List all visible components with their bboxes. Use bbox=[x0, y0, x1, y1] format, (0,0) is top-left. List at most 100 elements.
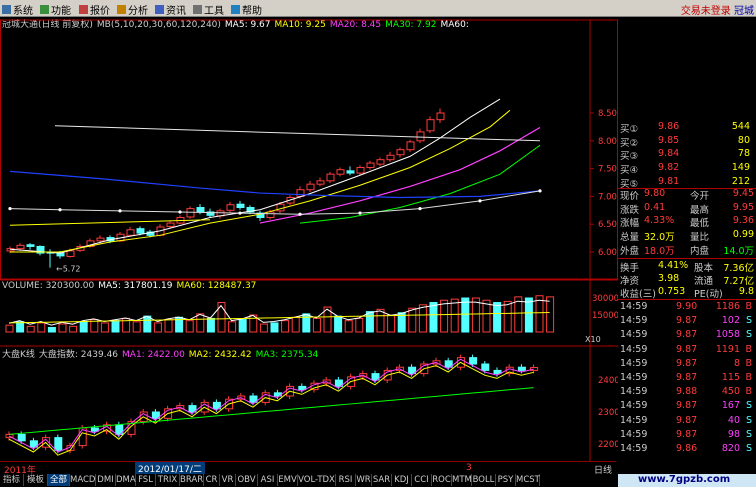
tick-row: 14:59 9.87 8 B bbox=[618, 358, 756, 370]
candle-body bbox=[266, 211, 275, 219]
tab-cci[interactable]: CCI bbox=[412, 474, 432, 486]
quote-cell: 7.36亿 bbox=[723, 263, 754, 274]
quote-cell: 流通 bbox=[694, 276, 714, 288]
tab-cr[interactable]: CR bbox=[204, 474, 220, 486]
tick-row: 14:59 9.87 1191 B bbox=[618, 344, 756, 356]
tab-sar[interactable]: SAR bbox=[372, 474, 392, 486]
quote-cell: 量比 bbox=[690, 232, 710, 244]
menu-analysis[interactable]: 分析 bbox=[117, 2, 148, 17]
volume-bar bbox=[228, 321, 237, 333]
ma60-point bbox=[238, 211, 242, 215]
tick-row: 14:59 9.87 115 B bbox=[618, 372, 756, 384]
tab-trix[interactable]: TRIX bbox=[156, 474, 180, 486]
menu-system[interactable]: 系统 bbox=[2, 2, 33, 17]
tab-brar[interactable]: BRAR bbox=[180, 474, 204, 486]
login-status[interactable]: 交易未登录 冠城 bbox=[681, 2, 754, 17]
tab-全部[interactable]: 全部 bbox=[48, 474, 70, 486]
quote-cell: 9.86 bbox=[658, 121, 680, 132]
quote-cell: 78 bbox=[737, 148, 750, 160]
volume-bar bbox=[450, 298, 459, 333]
date-axis-bar: 2011年 2012/01/17/二 3 日线 bbox=[0, 461, 616, 476]
quote-cell: 14:59 bbox=[620, 357, 648, 369]
month-marker: 3 bbox=[466, 463, 472, 473]
tick-row: 14:59 9.90 1186 B bbox=[618, 301, 756, 313]
quote-cell: 外盘 bbox=[620, 245, 640, 257]
volume-bar bbox=[418, 304, 427, 333]
quote-cell: 总量 bbox=[620, 232, 640, 244]
quote-cell: S bbox=[745, 329, 752, 341]
tab-mcst[interactable]: MCST bbox=[516, 474, 540, 486]
tab-asi[interactable]: ASI bbox=[258, 474, 278, 486]
price-tick-label: 6.00 bbox=[598, 248, 617, 258]
quote-panel: 买① 9.86 544 买② 9.85 80 买③ 9.84 78 买④ 9.82 149 买⑤ 9.81… bbox=[618, 108, 756, 462]
candle-body bbox=[386, 154, 395, 161]
menu-quote[interactable]: 报价 bbox=[79, 2, 110, 17]
tab-obv[interactable]: OBV bbox=[236, 474, 258, 486]
quote-cell: 14.0万 bbox=[723, 245, 754, 257]
tab-boll[interactable]: BOLL bbox=[472, 474, 496, 486]
quote-cell: 9.87 bbox=[676, 329, 698, 341]
index-tick-label: 2200 bbox=[598, 440, 618, 450]
quote-cell: B bbox=[745, 386, 752, 398]
fundamental-row: 换手 4.41% 股本 7.36亿 bbox=[618, 260, 756, 274]
stat-row: 涨跌 0.41 最高 9.95 bbox=[618, 202, 756, 216]
tab-macd[interactable]: MACD bbox=[70, 474, 96, 486]
volume-bar bbox=[185, 320, 194, 333]
candle-body bbox=[316, 180, 325, 185]
quote-cell: 115 bbox=[721, 372, 740, 383]
volume-bar bbox=[111, 320, 120, 333]
tab-dma[interactable]: DMA bbox=[116, 474, 136, 486]
index-tick-label: 2300 bbox=[598, 408, 618, 418]
volume-bar bbox=[302, 313, 311, 333]
menu-function[interactable]: 功能 bbox=[40, 2, 71, 17]
quote-cell: 9.86 bbox=[676, 443, 698, 454]
quote-cell: S bbox=[745, 400, 752, 412]
quote-cell: 1191 bbox=[715, 343, 740, 355]
tab-vr[interactable]: VR bbox=[220, 474, 236, 486]
tab-emv[interactable]: EMV bbox=[278, 474, 298, 486]
candle-body bbox=[306, 183, 315, 191]
index-ma1-line bbox=[8, 358, 534, 453]
candlestick-chart[interactable]: ←5.72 8.50 8.00 7.50 7.00 6.50 6.00 30000 15000… bbox=[0, 16, 618, 474]
tab-kdj[interactable]: KDJ bbox=[392, 474, 412, 486]
candle-body bbox=[426, 119, 435, 132]
volume-unit-label: X10 bbox=[585, 335, 601, 344]
tab-rsi[interactable]: RSI bbox=[336, 474, 356, 486]
volume-bar bbox=[429, 302, 438, 333]
tab-dmi[interactable]: DMI bbox=[96, 474, 116, 486]
volume-bar bbox=[5, 324, 14, 333]
quote-cell: 0.99 bbox=[732, 229, 754, 241]
tab-vol-tdx[interactable]: VOL-TDX bbox=[298, 474, 336, 486]
volume-bar bbox=[79, 321, 88, 333]
quote-cell: 14:59 bbox=[620, 301, 648, 312]
quote-cell: 9.90 bbox=[676, 301, 698, 312]
quote-cell: 4.33% bbox=[644, 215, 675, 227]
candle-body bbox=[436, 112, 445, 121]
volume-bar bbox=[37, 322, 46, 333]
volume-bar bbox=[344, 320, 353, 333]
tab-模板[interactable]: 模板 bbox=[24, 474, 48, 486]
volume-bar bbox=[376, 308, 385, 333]
tab-mtm[interactable]: MTM bbox=[452, 474, 472, 486]
tab-fsl[interactable]: FSL bbox=[136, 474, 156, 486]
stat-row: 外盘 18.0万 内盘 14.0万 bbox=[618, 243, 756, 257]
quote-cell: 涨幅 bbox=[620, 218, 640, 230]
menu-help[interactable]: 帮助 bbox=[231, 2, 262, 17]
candle-body bbox=[236, 203, 245, 209]
price-tick-label: 8.00 bbox=[598, 137, 617, 147]
quote-cell: B bbox=[745, 343, 752, 355]
ma60-point bbox=[298, 212, 302, 216]
stat-row: 涨幅 4.33% 最低 9.36 bbox=[618, 215, 756, 230]
menu-news[interactable]: 资讯 bbox=[155, 2, 186, 17]
candle-body bbox=[376, 159, 385, 165]
ma60-point bbox=[58, 208, 62, 212]
tab-指标[interactable]: 指标 bbox=[0, 474, 24, 486]
volume-bar bbox=[482, 299, 491, 333]
volume-bar bbox=[16, 321, 25, 333]
reference-line bbox=[54, 125, 541, 142]
menu-tools[interactable]: 工具 bbox=[193, 2, 224, 17]
tab-roc[interactable]: ROC bbox=[432, 474, 452, 486]
tick-row: 14:59 9.87 98 S bbox=[618, 429, 756, 441]
tab-wr[interactable]: WR bbox=[356, 474, 372, 486]
tab-psy[interactable]: PSY bbox=[496, 474, 516, 486]
